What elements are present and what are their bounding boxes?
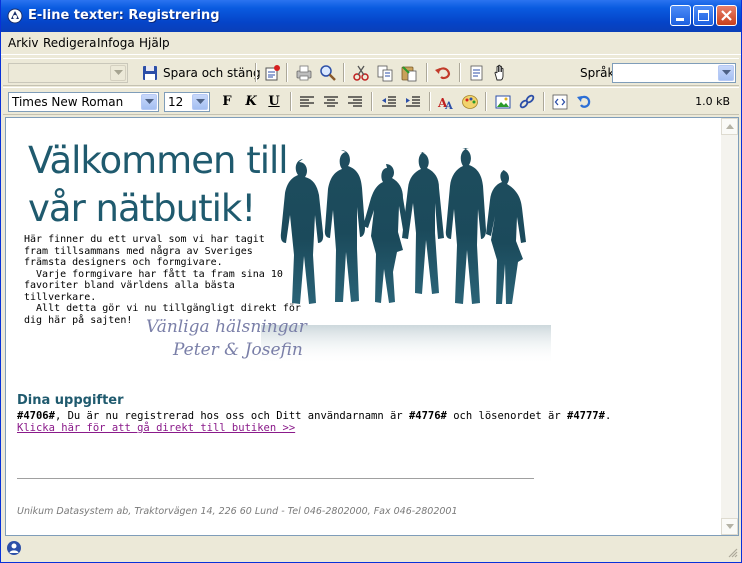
minimize-icon bbox=[676, 18, 684, 21]
properties-icon[interactable] bbox=[263, 64, 281, 82]
separator bbox=[343, 63, 345, 82]
font-family-select[interactable]: Times New Roman bbox=[8, 92, 159, 112]
vertical-scrollbar[interactable] bbox=[721, 118, 738, 535]
maximize-icon bbox=[698, 10, 709, 21]
copy-icon[interactable] bbox=[376, 64, 394, 82]
scroll-down-button[interactable] bbox=[721, 518, 738, 535]
intro-text: Här finner du ett urval som vi har tagit… bbox=[24, 234, 301, 326]
font-size-select[interactable]: 12 bbox=[164, 92, 210, 112]
menu-infoga[interactable]: Infoga bbox=[97, 36, 135, 50]
menu-redigera[interactable]: Redigera bbox=[43, 36, 96, 50]
title-bar[interactable]: E-line texter: Registrering bbox=[1, 0, 741, 32]
section-heading: Dina uppgifter bbox=[17, 393, 124, 408]
indent-icon[interactable] bbox=[404, 93, 422, 111]
close-icon bbox=[721, 10, 732, 21]
main-toolbar: Spara och stäng Språk bbox=[3, 58, 739, 86]
preview-icon[interactable] bbox=[319, 64, 337, 82]
undo-icon[interactable] bbox=[434, 64, 452, 82]
style-select[interactable] bbox=[8, 63, 128, 83]
editor-content[interactable]: Välkommen till vår nätbutik! Här finner … bbox=[5, 117, 739, 536]
footer-address: Unikum Datasystem ab, Traktorvägen 14, 2… bbox=[17, 506, 458, 517]
chevron-down-icon bbox=[726, 524, 734, 529]
separator bbox=[286, 63, 288, 82]
print-icon[interactable] bbox=[295, 64, 313, 82]
chevron-down-icon bbox=[110, 65, 126, 81]
app-window: E-line texter: Registrering Arkiv Redige… bbox=[0, 0, 742, 563]
separator bbox=[290, 92, 292, 111]
align-right-icon[interactable] bbox=[346, 93, 364, 111]
format-toolbar: Times New Roman 12 F K U A A 1.0 kB bbox=[3, 87, 739, 115]
signature-line2: Peter & Josefin bbox=[173, 340, 303, 360]
palette-icon[interactable] bbox=[461, 93, 479, 111]
insert-link-icon[interactable] bbox=[518, 93, 536, 111]
menu-arkiv[interactable]: Arkiv bbox=[8, 36, 39, 50]
window-title: E-line texter: Registrering bbox=[28, 8, 220, 23]
separator bbox=[429, 92, 431, 111]
outdent-icon[interactable] bbox=[380, 93, 398, 111]
insert-image-icon[interactable] bbox=[494, 93, 512, 111]
align-left-icon[interactable] bbox=[298, 93, 316, 111]
registration-text: #4706#, Du är nu registrerad hos oss och… bbox=[17, 410, 612, 422]
close-button[interactable] bbox=[716, 5, 737, 26]
scroll-up-button[interactable] bbox=[721, 118, 738, 135]
language-label: Språk bbox=[580, 66, 615, 80]
separator bbox=[485, 92, 487, 111]
save-icon bbox=[143, 66, 157, 80]
chevron-down-icon bbox=[718, 65, 734, 81]
save-and-close-button[interactable]: Spara och stäng bbox=[163, 66, 261, 80]
refresh-icon[interactable] bbox=[575, 93, 593, 111]
font-color-icon[interactable]: A A bbox=[437, 93, 455, 111]
welcome-heading-line1: Välkommen till bbox=[28, 139, 289, 182]
chevron-down-icon bbox=[192, 94, 208, 110]
underline-button[interactable]: U bbox=[265, 93, 283, 111]
chevron-down-icon bbox=[141, 94, 157, 110]
menu-hjalp[interactable]: Hjälp bbox=[139, 36, 170, 50]
minimize-button[interactable] bbox=[670, 5, 691, 26]
chevron-up-icon bbox=[726, 124, 734, 129]
html-source-icon[interactable] bbox=[551, 93, 569, 111]
app-icon bbox=[7, 8, 23, 24]
signature-line1: Vänliga hälsningar bbox=[146, 317, 307, 337]
language-select[interactable] bbox=[612, 63, 736, 83]
resize-grip-icon[interactable] bbox=[726, 546, 738, 558]
separator bbox=[255, 63, 257, 82]
separator bbox=[543, 92, 545, 111]
separator bbox=[371, 92, 373, 111]
bold-button[interactable]: F bbox=[218, 93, 236, 111]
go-to-shop-link[interactable]: Klicka här för att gå direkt till butike… bbox=[17, 422, 295, 434]
page-icon[interactable] bbox=[467, 64, 485, 82]
paste-icon[interactable] bbox=[400, 64, 418, 82]
italic-button[interactable]: K bbox=[242, 93, 260, 111]
separator bbox=[459, 63, 461, 82]
svg-text:A: A bbox=[444, 101, 453, 111]
align-center-icon[interactable] bbox=[322, 93, 340, 111]
status-bar bbox=[1, 537, 741, 561]
separator bbox=[426, 63, 428, 82]
user-icon bbox=[7, 541, 21, 555]
divider bbox=[17, 478, 534, 479]
hand-icon[interactable] bbox=[491, 64, 509, 82]
welcome-heading-line2: vår nätbutik! bbox=[28, 187, 256, 230]
document-size: 1.0 kB bbox=[695, 95, 730, 108]
maximize-button[interactable] bbox=[693, 5, 714, 26]
menu-bar: Arkiv Redigera Infoga Hjälp bbox=[1, 32, 741, 55]
cut-icon[interactable] bbox=[352, 64, 370, 82]
